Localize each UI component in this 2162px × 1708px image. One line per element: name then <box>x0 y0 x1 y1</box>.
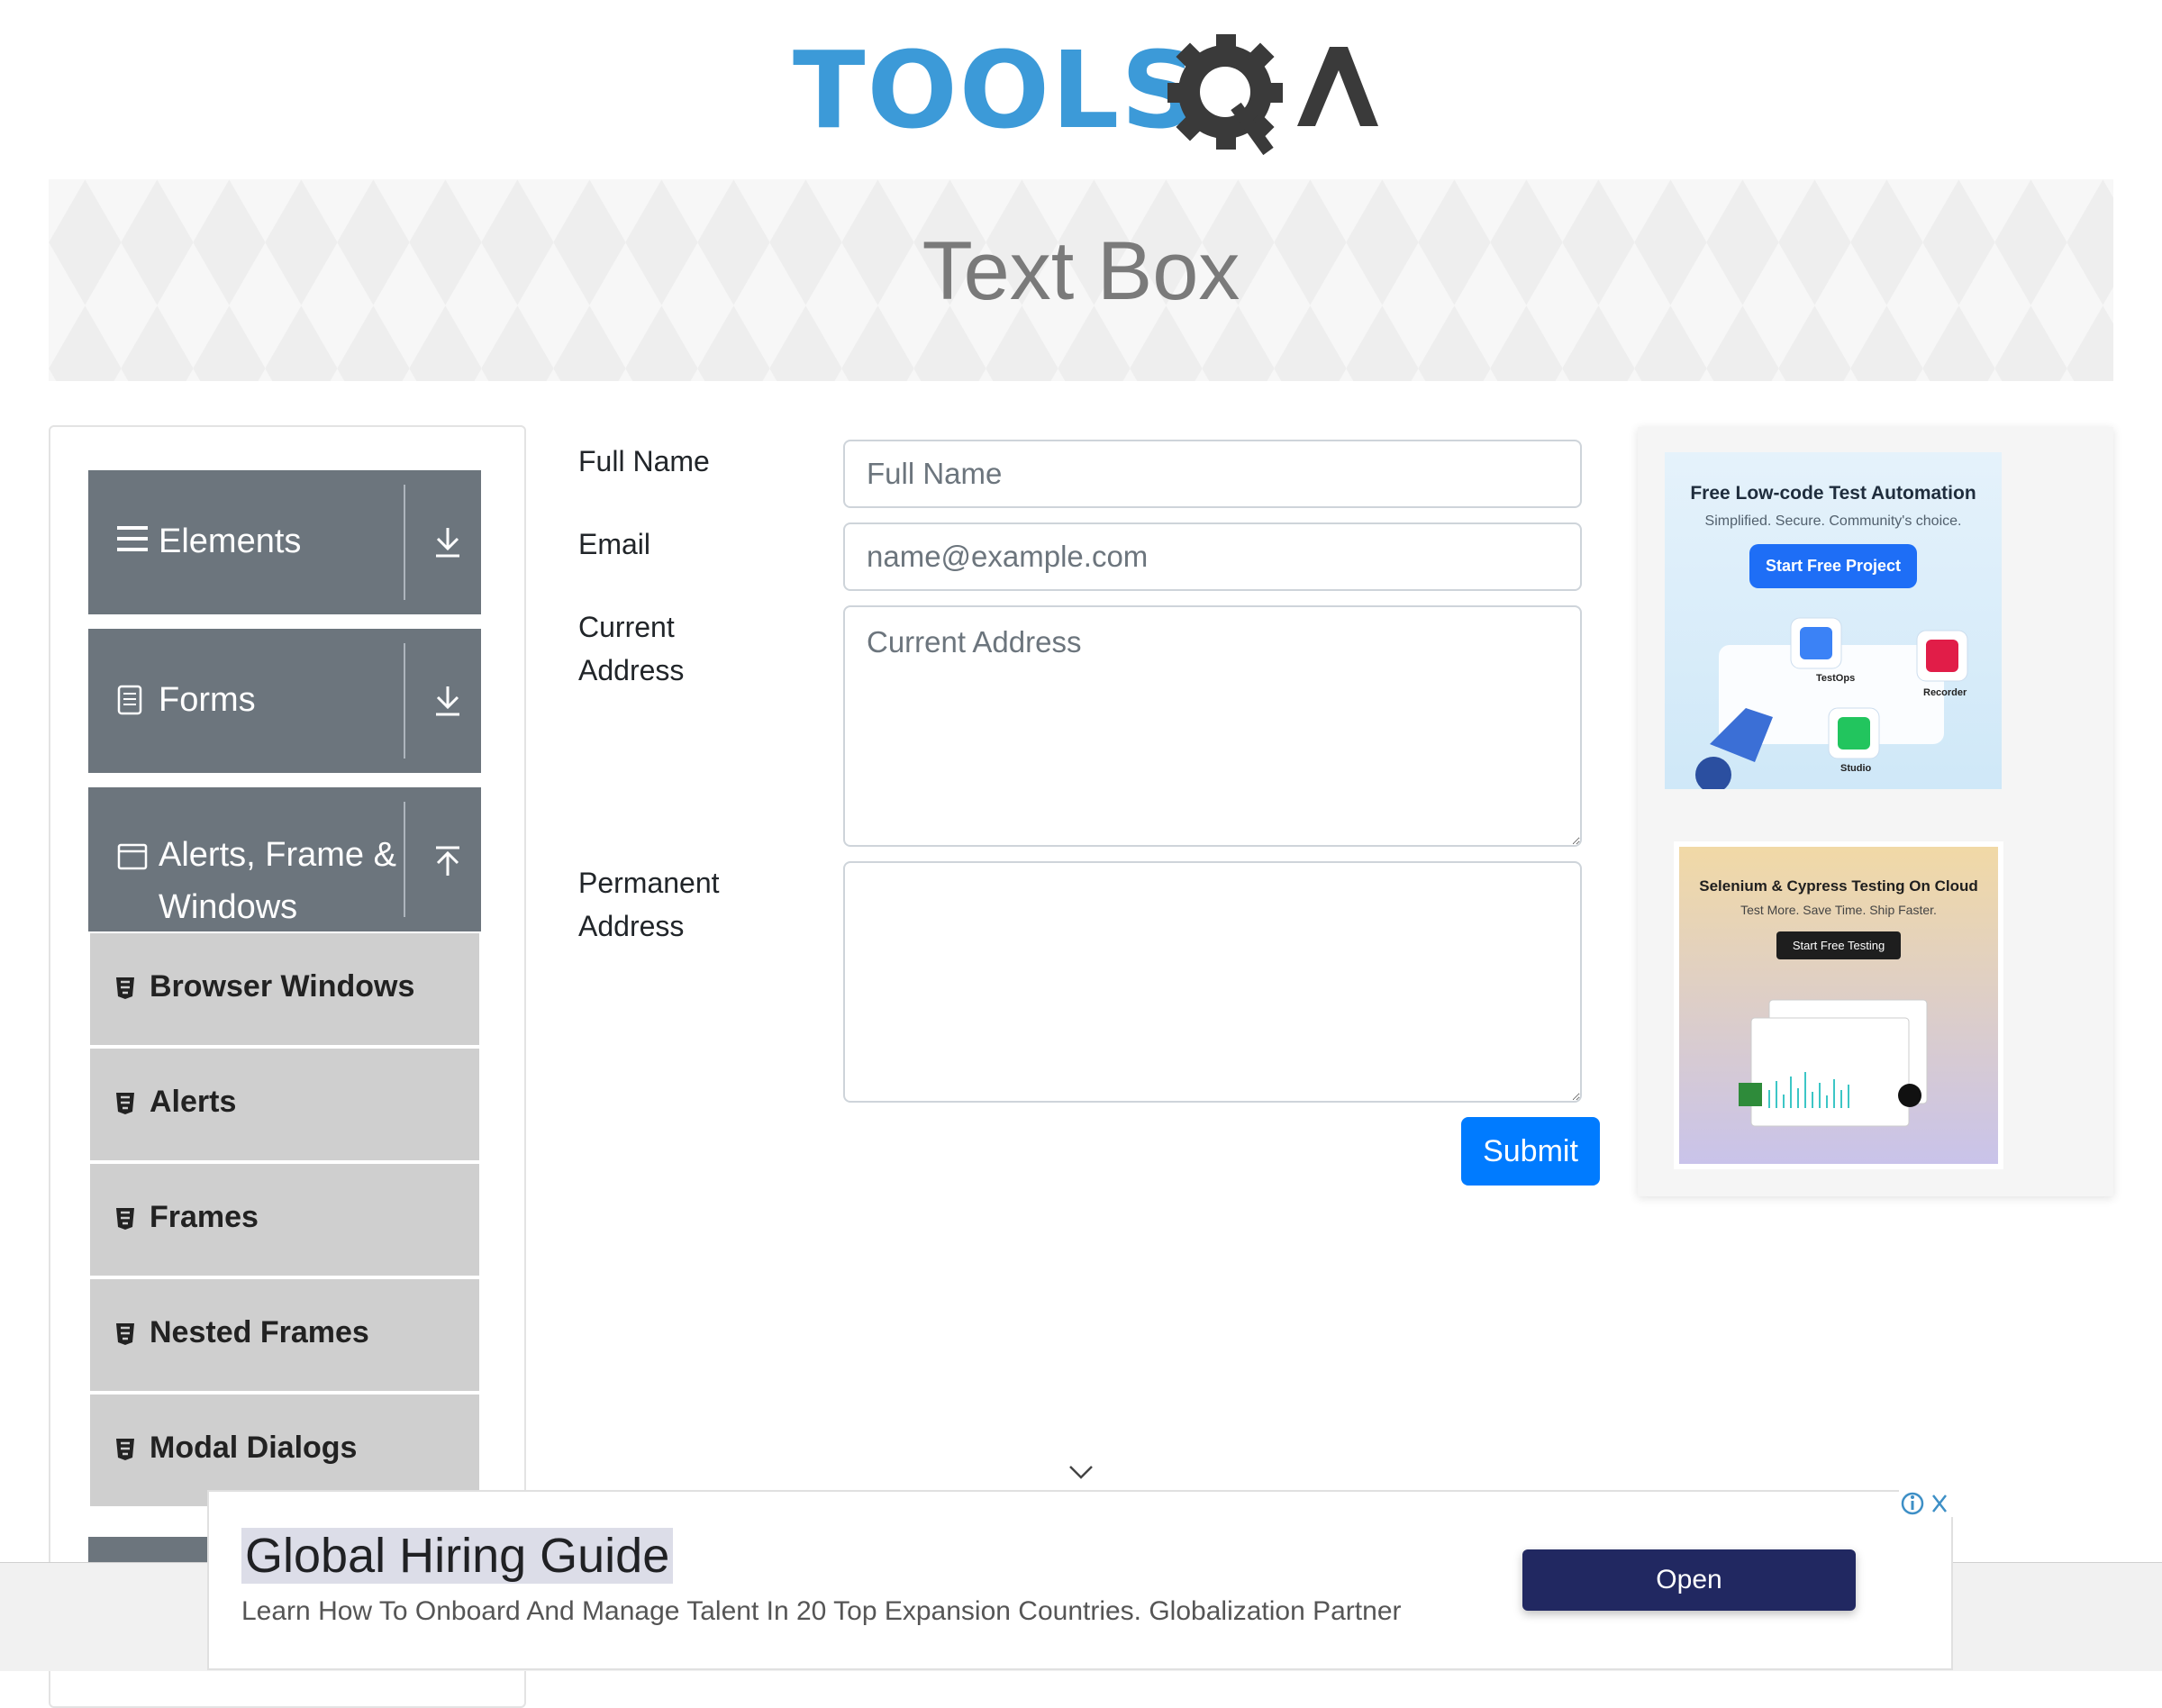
divider <box>404 802 405 917</box>
current-address-textarea[interactable] <box>843 605 1582 847</box>
sidebar-item-label: Nested Frames <box>150 1315 369 1349</box>
ad-title: Free Low-code Test Automation <box>1690 483 1976 504</box>
toolsqa-logo[interactable]: TOOLS <box>793 27 1378 162</box>
adchoices-icon[interactable] <box>1899 1490 1953 1517</box>
ad-tile-label: Studio <box>1840 763 1871 774</box>
sidebar-group-label: Forms <box>159 681 256 719</box>
html5-icon <box>116 1323 134 1345</box>
ad-illustration <box>1739 999 1928 1127</box>
sidebar-item-label: Modal Dialogs <box>150 1431 358 1465</box>
download-arrow-icon <box>436 528 459 558</box>
divider <box>404 485 405 600</box>
sidebar-item-label: Browser Windows <box>150 969 415 1004</box>
page-title: Text Box <box>922 225 1240 317</box>
open-button[interactable]: Open <box>1522 1549 1856 1611</box>
start-free-testing-button[interactable]: Start Free Testing <box>1776 931 1902 959</box>
current-address-label: Current Address <box>578 611 685 686</box>
start-free-project-button[interactable]: Start Free Project <box>1749 544 1918 588</box>
ad-subtitle: Simplified. Secure. Community's choice. <box>1704 513 1962 529</box>
email-input[interactable] <box>843 522 1582 591</box>
sidebar-item-alerts[interactable]: Alerts <box>90 1049 479 1164</box>
ad-headline[interactable]: Global Hiring Guide <box>241 1528 674 1584</box>
ad-illustration: TestOps Recorder Studio <box>1695 617 1968 789</box>
full-name-label: Full Name <box>578 445 710 477</box>
sidebar-item-browser-windows[interactable]: Browser Windows <box>90 933 479 1049</box>
sidebar-item-label: Frames <box>150 1200 259 1234</box>
ad-description: Learn How To Onboard And Manage Talent I… <box>241 1596 1402 1626</box>
ad-tile-label: Recorder <box>1923 687 1967 698</box>
window-icon <box>117 843 148 870</box>
hamburger-icon <box>117 526 148 551</box>
sidebar-group-label: Elements <box>159 522 302 560</box>
sidebar-group-alerts-frame-windows[interactable]: Alerts, Frame & Windows <box>88 787 481 931</box>
sidebar-group-label: Alerts, Frame & Windows <box>159 836 396 926</box>
html5-icon <box>116 1208 134 1230</box>
sidebar-item-nested-frames[interactable]: Nested Frames <box>90 1279 479 1395</box>
email-label: Email <box>578 528 651 560</box>
upload-arrow-icon <box>436 846 459 876</box>
full-name-input[interactable] <box>843 440 1582 508</box>
logo-text: TOOLS <box>793 28 1200 152</box>
permanent-address-textarea[interactable] <box>843 861 1582 1103</box>
katalon-ad[interactable]: Free Low-code Test Automation Simplified… <box>1665 452 2002 789</box>
page-banner: Text Box <box>49 179 2113 381</box>
sidebar-group-forms[interactable]: Forms <box>88 629 481 773</box>
gear-q-logo-icon <box>1167 34 1378 156</box>
html5-icon <box>116 1439 134 1460</box>
submit-button[interactable]: Submit <box>1461 1117 1600 1186</box>
lambdatest-ad[interactable]: Selenium & Cypress Testing On Cloud Test… <box>1674 841 2003 1169</box>
sidebar-group-elements[interactable]: Elements <box>88 470 481 614</box>
sidebar-item-label: Alerts <box>150 1085 237 1119</box>
ad-subtitle: Test More. Save Time. Ship Faster. <box>1740 903 1937 917</box>
permanent-address-label: Permanent Address <box>578 867 720 942</box>
ad-tile-label: TestOps <box>1816 673 1855 684</box>
sidebar-item-frames[interactable]: Frames <box>90 1164 479 1279</box>
download-arrow-icon <box>436 686 459 716</box>
divider <box>404 643 405 759</box>
bottom-ad[interactable]: Global Hiring Guide Learn How To Onboard… <box>207 1490 1953 1670</box>
document-icon <box>117 685 142 715</box>
chevron-down-icon[interactable] <box>1068 1465 1094 1481</box>
html5-icon <box>116 1093 134 1114</box>
ad-title: Selenium & Cypress Testing On Cloud <box>1699 877 1978 895</box>
html5-icon <box>116 977 134 999</box>
